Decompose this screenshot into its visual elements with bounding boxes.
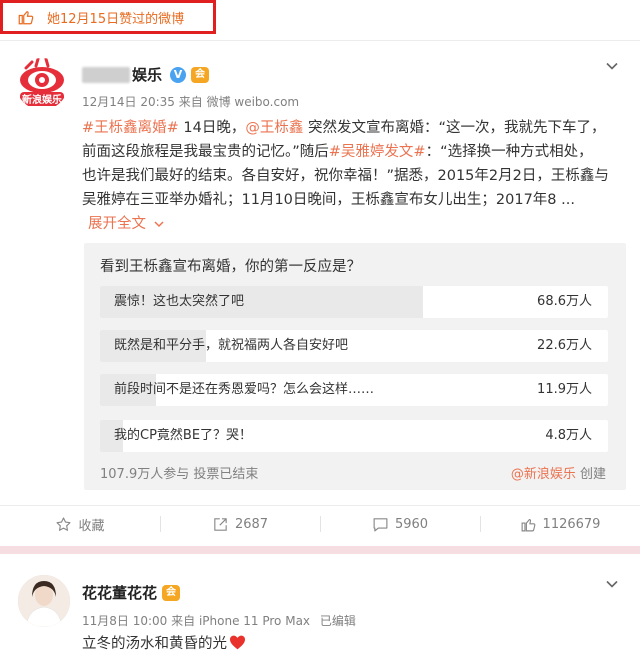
post-meta: 12月14日 20:35 来自 微博 weibo.com [82,93,299,110]
thumbs-up-icon [18,11,34,25]
thumbs-up-icon [521,518,535,531]
post-date[interactable]: 11月8日 10:00 [82,614,167,628]
poll-creator: @新浪娱乐 创建 [511,463,606,482]
post-text-line: 前面这段旅程是我最宝贵的记忆。”随后#吴雅婷发文#：“选择换一种方式相处， [82,140,617,164]
redacted-name [82,66,130,83]
post-source: 来自 微博 weibo.com [178,95,300,109]
text-fragment: ：“选择换一种方式相处， [425,144,593,160]
text-fragment: 前面这段旅程是我最宝贵的记忆。”随后 [82,144,329,160]
post-text-content: 立冬的汤水和黄昏的光 [82,636,227,652]
repost-count: 2687 [234,516,269,532]
poll-option[interactable]: 前段时间不是还在秀恩爱吗？怎么会这样…… 11.9万人 [100,374,608,406]
hashtag-link[interactable]: #吴雅婷发文# [329,144,426,160]
sina-eye-logo: 新浪娱乐 [20,58,64,106]
verified-badge: V [170,66,187,83]
like-count: 1126679 [542,516,601,532]
poll-option[interactable]: 既然是和平分手，就祝福两人各自安好吧 22.6万人 [100,330,608,362]
comment-icon [373,517,388,531]
poll-option-label: 震惊！这也太突然了吧 [114,294,245,309]
author-name-text: 花花董花花 [82,584,158,602]
author-name[interactable]: 娱乐 V 会 [82,64,210,85]
star-icon [56,516,71,531]
text-fragment: 也许是我们最好的结束。各自安好，祝你幸福！”据悉，2015年2月2日，王栎鑫与 [82,168,609,184]
post-source: 来自 iPhone 11 Pro Max [171,614,311,628]
post-text-line: #王栎鑫离婚# 14日晚，@王栎鑫 突然发文宣布离婚：“这一次，我就先下车了， [82,116,617,140]
comment-button[interactable]: 5960 [320,508,480,540]
expand-full-text-link[interactable]: 展开全文 [88,212,164,233]
chevron-down-icon[interactable] [606,60,618,72]
chevron-down-icon[interactable] [606,578,618,590]
repost-button[interactable]: 2687 [160,508,320,540]
feed-separator [0,546,640,554]
svg-text:新浪娱乐: 新浪娱乐 [22,93,62,106]
poll-option-label: 前段时间不是还在秀恩爱吗？怎么会这样…… [114,382,375,397]
portrait-image [18,575,70,627]
mention-link[interactable]: @王栎鑫 [245,120,303,136]
post-date[interactable]: 12月14日 20:35 [82,95,175,109]
post-meta: 11月8日 10:00 来自 iPhone 11 Pro Max 已编辑 [82,612,356,629]
poll-option-label: 我的CP竟然BE了？哭！ [114,428,253,443]
vip-badge: 会 [162,584,181,601]
text-fragment: 突然发文宣布离婚：“这一次，我就先下车了， [303,120,606,136]
avatar[interactable]: 新浪娱乐 [16,58,68,110]
hashtag-link[interactable]: #王栎鑫离婚# [82,120,179,136]
divider [0,40,640,41]
author-name-text: 娱乐 [132,66,163,84]
post-text-line: 也许是我们最好的结束。各自安好，祝你幸福！”据悉，2015年2月2日，王栎鑫与 [82,164,617,188]
action-bar: 收藏 2687 5960 1126679 [0,508,640,540]
text-fragment: 吴雅婷在三亚举办婚礼；11月10日晚间，王栎鑫宣布女儿出生；2017年8 ... [82,192,575,208]
liked-notice-text: 她12月15日赞过的微博 [47,11,185,27]
vip-badge: 会 [191,66,210,83]
edited-label[interactable]: 已编辑 [320,614,356,628]
poll-creator-suffix: 创建 [575,467,606,482]
poll-option[interactable]: 我的CP竟然BE了？哭！ 4.8万人 [100,420,608,452]
repost-icon [214,517,227,531]
like-button[interactable]: 1126679 [480,508,640,540]
avatar[interactable] [18,575,70,627]
favorite-label: 收藏 [78,518,105,534]
poll-card: 看到王栎鑫宣布离婚，你的第一反应是？ 震惊！这也太突然了吧 68.6万人 既然是… [84,243,626,490]
poll-option-label: 既然是和平分手，就祝福两人各自安好吧 [114,338,349,353]
post-text-line: 吴雅婷在三亚举办婚礼；11月10日晚间，王栎鑫宣布女儿出生；2017年8 ... [82,188,617,212]
divider [0,505,640,506]
poll-creator-link[interactable]: @新浪娱乐 [511,467,576,482]
poll-option[interactable]: 震惊！这也太突然了吧 68.6万人 [100,286,608,318]
post-text: 立冬的汤水和黄昏的光 [82,632,246,653]
post-text: #王栎鑫离婚# 14日晚，@王栎鑫 突然发文宣布离婚：“这一次，我就先下车了， … [82,116,617,212]
text-fragment: 14日晚， [178,120,246,136]
poll-option-count: 11.9万人 [537,382,592,397]
liked-notice-banner[interactable]: 她12月15日赞过的微博 [0,0,216,34]
poll-option-count: 4.8万人 [545,428,592,443]
poll-option-count: 22.6万人 [537,338,592,353]
expand-label: 展开全文 [88,216,146,232]
author-name[interactable]: 花花董花花 会 [82,582,181,603]
poll-option-count: 68.6万人 [537,294,592,309]
chevron-down-icon [154,221,164,228]
comment-count: 5960 [394,516,429,532]
poll-summary: 107.9万人参与 投票已结束 [100,467,259,482]
poll-question: 看到王栎鑫宣布离婚，你的第一反应是？ [100,259,361,275]
heart-icon [230,635,245,650]
favorite-button[interactable]: 收藏 [0,508,160,540]
